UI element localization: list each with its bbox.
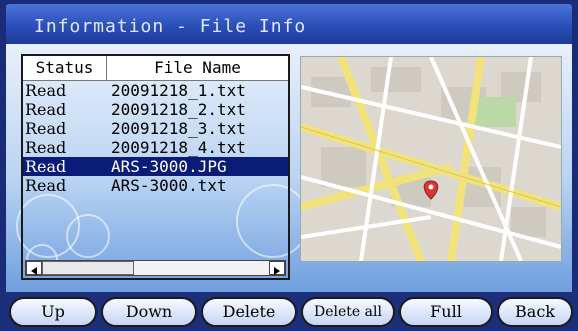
file-row[interactable]: Read ARS-3000.txt [23,176,288,195]
file-name: ARS-3000.txt [111,176,227,195]
file-row[interactable]: Read 20091218_2.txt [23,100,288,119]
file-row[interactable]: Read 20091218_4.txt [23,138,288,157]
file-list-header: Status File Name [23,56,288,81]
up-button[interactable]: Up [9,297,97,327]
file-name: 20091218_4.txt [111,138,246,157]
file-rows: Read 20091218_1.txt Read 20091218_2.txt Read… [23,81,288,195]
down-button[interactable]: Down [101,297,197,327]
file-status: Read [25,81,67,100]
column-header-file-name[interactable]: File Name [107,56,288,80]
map-image [300,56,562,262]
file-name: 20091218_1.txt [111,81,246,100]
scroll-left-button[interactable] [26,261,42,275]
title-bar: Information - File Info [6,4,572,44]
file-name: ARS-3000.JPG [111,157,227,176]
column-header-status[interactable]: Status [23,56,107,80]
delete-button[interactable]: Delete [201,297,297,327]
file-status: Read [25,138,67,157]
file-status: Read [25,100,67,119]
file-status: Read [25,119,67,138]
full-button[interactable]: Full [399,297,493,327]
arrow-left-icon [31,267,37,275]
back-button[interactable]: Back [497,297,573,327]
scroll-thumb[interactable] [42,261,134,275]
arrow-right-icon [274,267,280,275]
file-row[interactable]: Read 20091218_3.txt [23,119,288,138]
delete-all-button[interactable]: Delete all [301,297,395,327]
file-list[interactable]: Status File Name Read 20091218_1.txt Read 2… [21,54,290,280]
horizontal-scrollbar[interactable] [25,260,286,276]
scroll-right-button[interactable] [269,261,285,275]
file-name: 20091218_2.txt [111,100,246,119]
file-row[interactable]: Read 20091218_1.txt [23,81,288,100]
file-row[interactable]: Read ARS-3000.JPG [23,157,288,176]
file-status: Read [25,176,67,195]
window-title: Information - File Info [34,16,307,37]
file-name: 20091218_3.txt [111,119,246,138]
file-status: Read [25,157,67,176]
